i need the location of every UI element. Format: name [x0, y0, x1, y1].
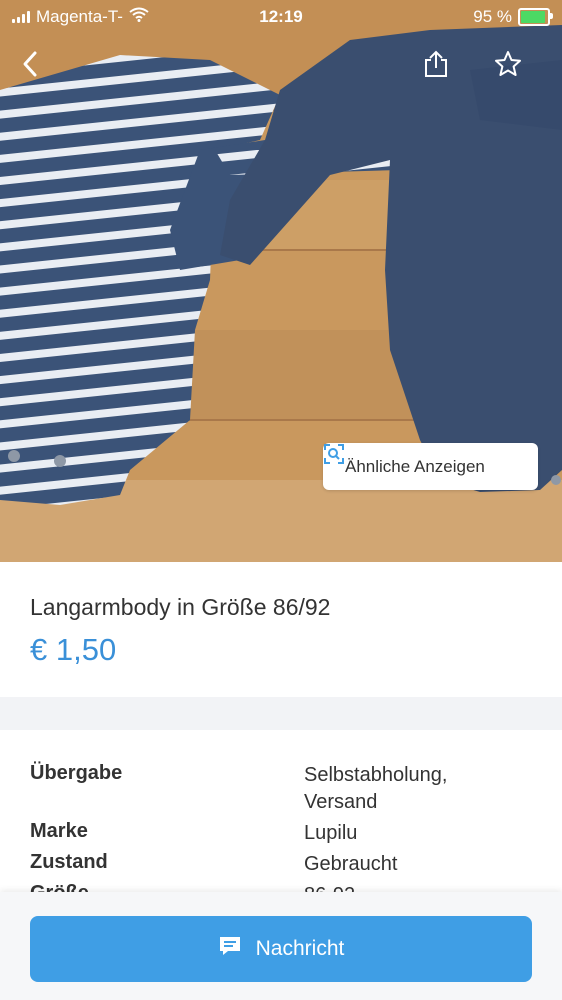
message-button[interactable]: Nachricht: [30, 916, 532, 982]
listing-title: Langarmbody in Größe 86/92: [30, 594, 331, 620]
chat-icon: [218, 934, 242, 964]
similar-listings-label: Ähnliche Anzeigen: [345, 456, 485, 476]
listing-summary: Langarmbody in Größe 86/92 € 1,50: [0, 562, 562, 697]
star-icon: [494, 50, 522, 83]
detail-key: Marke: [30, 820, 88, 842]
battery-percent: 95 %: [473, 7, 512, 26]
listing-photo[interactable]: Ähnliche Anzeigen: [0, 0, 562, 562]
bottom-action-bar: Nachricht: [0, 892, 562, 1000]
status-bar: Magenta-T- 12:19 95 %: [0, 0, 562, 34]
battery-icon: [518, 8, 553, 26]
favorite-button[interactable]: [488, 46, 528, 86]
message-button-label: Nachricht: [255, 937, 345, 960]
detail-value: Selbstabholung, Versand: [304, 764, 448, 813]
detail-value: Gebraucht: [304, 853, 398, 875]
battery-indicator: 95 %: [473, 7, 553, 27]
detail-value: Lupilu: [304, 822, 358, 844]
share-button[interactable]: [416, 46, 456, 86]
share-icon: [423, 50, 449, 83]
back-button[interactable]: [10, 46, 50, 86]
similar-listings-button[interactable]: Ähnliche Anzeigen: [323, 443, 538, 490]
detail-key: Übergabe: [30, 762, 123, 784]
chevron-left-icon: [22, 50, 38, 83]
listing-price: € 1,50: [30, 632, 117, 667]
detail-key: Zustand: [30, 851, 108, 873]
